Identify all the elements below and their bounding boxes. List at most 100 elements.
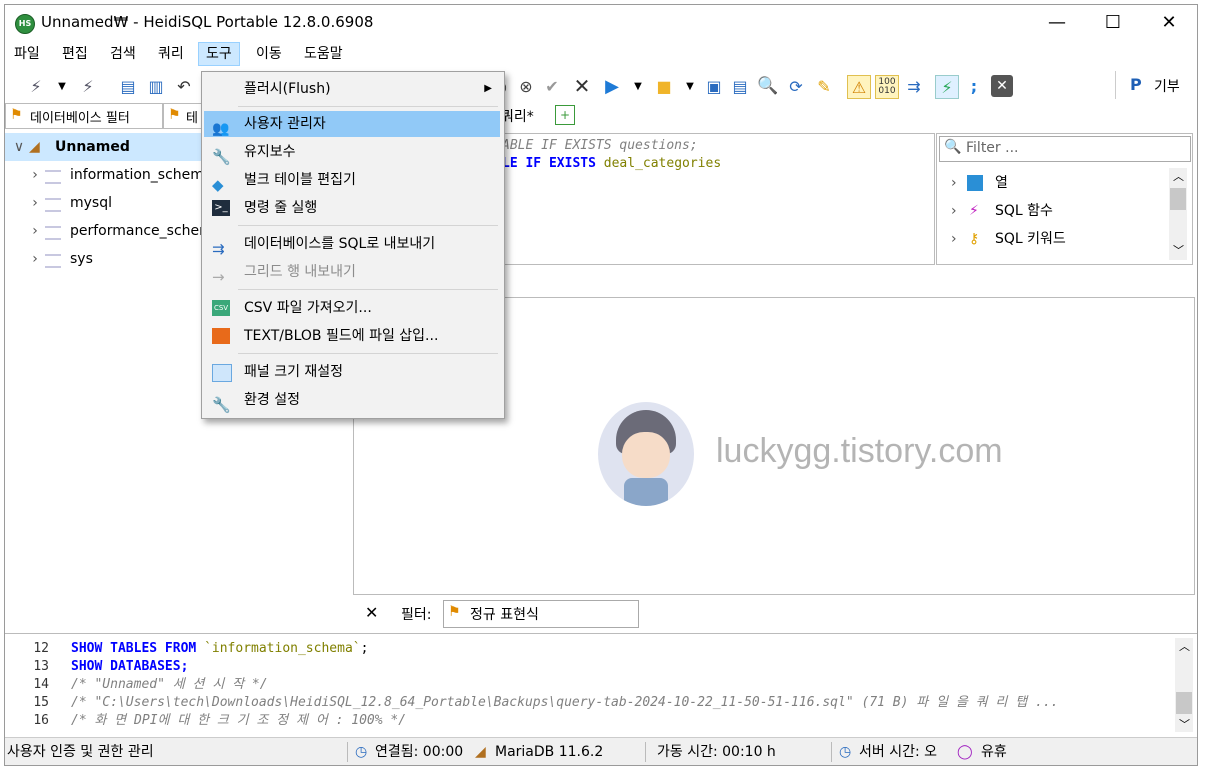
- menu-tools[interactable]: 도구: [198, 42, 240, 66]
- replace-icon[interactable]: ⟳: [785, 75, 807, 97]
- tools-menu: 플러시(Flush) ▶ 👥 사용자 관리자 🔧 유지보수 ◆ 벌크 테이블 편…: [201, 71, 505, 419]
- folder-dropdown-icon[interactable]: ▼: [679, 75, 701, 97]
- menu-help[interactable]: 도움말: [297, 43, 350, 65]
- binary-icon[interactable]: 100 010: [875, 75, 899, 99]
- menu-item-maintenance[interactable]: 🔧 유지보수: [204, 139, 500, 166]
- sync-icon[interactable]: ⚡: [935, 75, 959, 99]
- db-filter-label: 데이터베이스 필터: [30, 111, 130, 126]
- menu-item-import-csv[interactable]: CSV CSV 파일 가져오기...: [204, 295, 500, 321]
- warning-icon[interactable]: ⚠: [847, 75, 871, 99]
- donate-button[interactable]: P 기부: [1115, 71, 1196, 99]
- db-filter-tab[interactable]: ⚑ 데이터베이스 필터: [5, 103, 163, 129]
- minimize-button[interactable]: —: [1029, 5, 1085, 41]
- table-filter-tab[interactable]: ⚑ 테: [163, 103, 205, 129]
- scroll-down-icon[interactable]: ﹀: [1173, 242, 1184, 258]
- new-tab-icon[interactable]: +: [555, 105, 575, 125]
- paste-icon[interactable]: ▥: [145, 75, 167, 97]
- helper-filter-field[interactable]: 🔍 Filter ...: [939, 136, 1191, 162]
- arrow-right-icon: →: [212, 268, 225, 286]
- log-text: /* 화 면 DPI에 대 한 크 기 조 정 제 어 : 100% */: [71, 713, 407, 728]
- helper-scrollbar[interactable]: ︿ ﹀: [1169, 168, 1187, 260]
- find-icon[interactable]: 🔍: [757, 75, 779, 97]
- status-connected: 연결됨: 00:00: [375, 744, 464, 760]
- menu-go[interactable]: 이동: [249, 43, 289, 65]
- copy-icon[interactable]: ▤: [117, 75, 139, 97]
- menu-item-insert-file[interactable]: TEXT/BLOB 필드에 파일 삽입...: [204, 323, 500, 349]
- table-icon: [967, 175, 983, 191]
- tree-node-label: information_schem: [70, 167, 204, 183]
- disconnect-icon[interactable]: ⚡: [77, 75, 99, 97]
- mariadb-icon: ◢: [475, 744, 486, 760]
- open-folder-icon[interactable]: ■: [653, 75, 675, 97]
- scroll-thumb[interactable]: [1170, 188, 1186, 210]
- menu-item-flush[interactable]: 플러시(Flush) ▶: [204, 76, 500, 102]
- helper-item-columns[interactable]: › 열: [951, 170, 1171, 196]
- helper-item-keywords[interactable]: › ⚷ SQL 키워드: [951, 226, 1171, 252]
- status-bar: 사용자 인증 및 권한 관리 ◷ 연결됨: 00:00 ◢ MariaDB 11…: [5, 737, 1197, 765]
- undo-icon[interactable]: ↶: [173, 75, 195, 97]
- menu-item-user-manager[interactable]: 👥 사용자 관리자: [204, 111, 500, 137]
- save-as-icon[interactable]: ▤: [729, 75, 751, 97]
- log-line: 12 SHOW TABLES FROM `information_schema`;: [5, 640, 368, 658]
- save-icon[interactable]: ▣: [703, 75, 725, 97]
- chevron-right-icon: ›: [32, 251, 38, 267]
- csv-icon: CSV: [212, 300, 230, 316]
- log-line: 16 /* 화 면 DPI에 대 한 크 기 조 정 제 어 : 100% */: [5, 712, 406, 730]
- run-dropdown-icon[interactable]: ▼: [627, 75, 649, 97]
- wrap-icon[interactable]: ⇉: [903, 75, 925, 97]
- database-icon: [45, 198, 61, 212]
- tree-node-label: sys: [70, 251, 93, 267]
- regex-label: 정규 표현식: [470, 607, 539, 623]
- filter-icon: ⚑: [448, 604, 461, 620]
- close-x-icon[interactable]: ✕: [571, 74, 593, 98]
- close-tab-icon[interactable]: ✕: [991, 75, 1013, 97]
- close-filter-icon[interactable]: ✕: [365, 603, 378, 622]
- menu-item-bulk-table-editor[interactable]: ◆ 벌크 테이블 편집기: [204, 167, 500, 194]
- chevron-right-icon: ›: [951, 231, 957, 247]
- connect-icon[interactable]: ⚡: [25, 75, 47, 97]
- log-line: 14 /* "Unnamed" 세 션 시 작 */: [5, 676, 267, 694]
- table-filter-label: 테: [186, 111, 198, 126]
- menu-edit[interactable]: 편집: [55, 43, 95, 65]
- wrench-icon: 🔧: [212, 148, 231, 166]
- format-brush-icon[interactable]: ✎: [813, 75, 835, 97]
- editor-line: LE IF EXISTS deal_categories: [502, 156, 722, 171]
- scroll-up-icon[interactable]: ︿: [1179, 638, 1190, 654]
- menu-search[interactable]: 검색: [103, 43, 143, 65]
- filter-input[interactable]: ⚑ 정규 표현식: [443, 600, 639, 628]
- filter-icon: ⚑: [10, 107, 23, 123]
- scroll-up-icon[interactable]: ︿: [1173, 168, 1184, 184]
- maximize-button[interactable]: ☐: [1085, 5, 1141, 41]
- check-icon[interactable]: ✔: [541, 75, 563, 97]
- avatar: [598, 402, 694, 506]
- tree-node-label: mysql: [70, 195, 112, 211]
- menu-item-export-sql[interactable]: ⇉ 데이터베이스를 SQL로 내보내기: [204, 231, 500, 258]
- lightning-icon: ⚡: [969, 203, 979, 219]
- panels-icon: [212, 364, 232, 382]
- main-toolbar: ⚡ ▼ ⚡ ▤ ▥ ↶ ◉ ⊗ ✔ ✕ ▶ ▼ ■ ▼ ▣ ▤ 🔍 ⟳ ✎ ⚠ …: [5, 67, 1197, 103]
- log-scrollbar[interactable]: ︿ ﹀: [1175, 638, 1193, 732]
- chevron-right-icon: ›: [32, 167, 38, 183]
- log-line-number: 16: [33, 713, 49, 728]
- close-window-button[interactable]: ✕: [1141, 5, 1197, 41]
- menu-file[interactable]: 파일: [7, 43, 47, 65]
- menu-item-export-grid[interactable]: → 그리드 행 내보내기: [204, 259, 500, 286]
- run-query-icon[interactable]: ▶: [601, 75, 623, 97]
- chevron-right-icon: ›: [32, 195, 38, 211]
- scroll-down-icon[interactable]: ﹀: [1179, 716, 1190, 732]
- menu-item-reset-panels[interactable]: 패널 크기 재설정: [204, 359, 500, 385]
- clock-icon: ◷: [839, 744, 852, 760]
- menu-item-run-command[interactable]: >_ 명령 줄 실행: [204, 195, 500, 221]
- menu-query[interactable]: 쿼리: [151, 43, 191, 65]
- tree-node-label: performance_scher: [70, 223, 205, 239]
- sql-log[interactable]: ︿ ﹀ 12 SHOW TABLES FROM `information_sche…: [5, 633, 1197, 736]
- log-text: SHOW DATABASES;: [71, 659, 189, 674]
- scroll-thumb[interactable]: [1176, 692, 1192, 714]
- cancel-icon[interactable]: ⊗: [515, 75, 537, 97]
- dropdown-arrow-icon[interactable]: ▼: [51, 75, 73, 97]
- semicolon-icon[interactable]: ;: [963, 75, 985, 97]
- database-icon: [45, 226, 61, 240]
- query-tab[interactable]: 쿼리*: [499, 103, 543, 127]
- menu-item-preferences[interactable]: 🔧 환경 설정: [204, 387, 500, 414]
- helper-item-functions[interactable]: › ⚡ SQL 함수: [951, 198, 1171, 224]
